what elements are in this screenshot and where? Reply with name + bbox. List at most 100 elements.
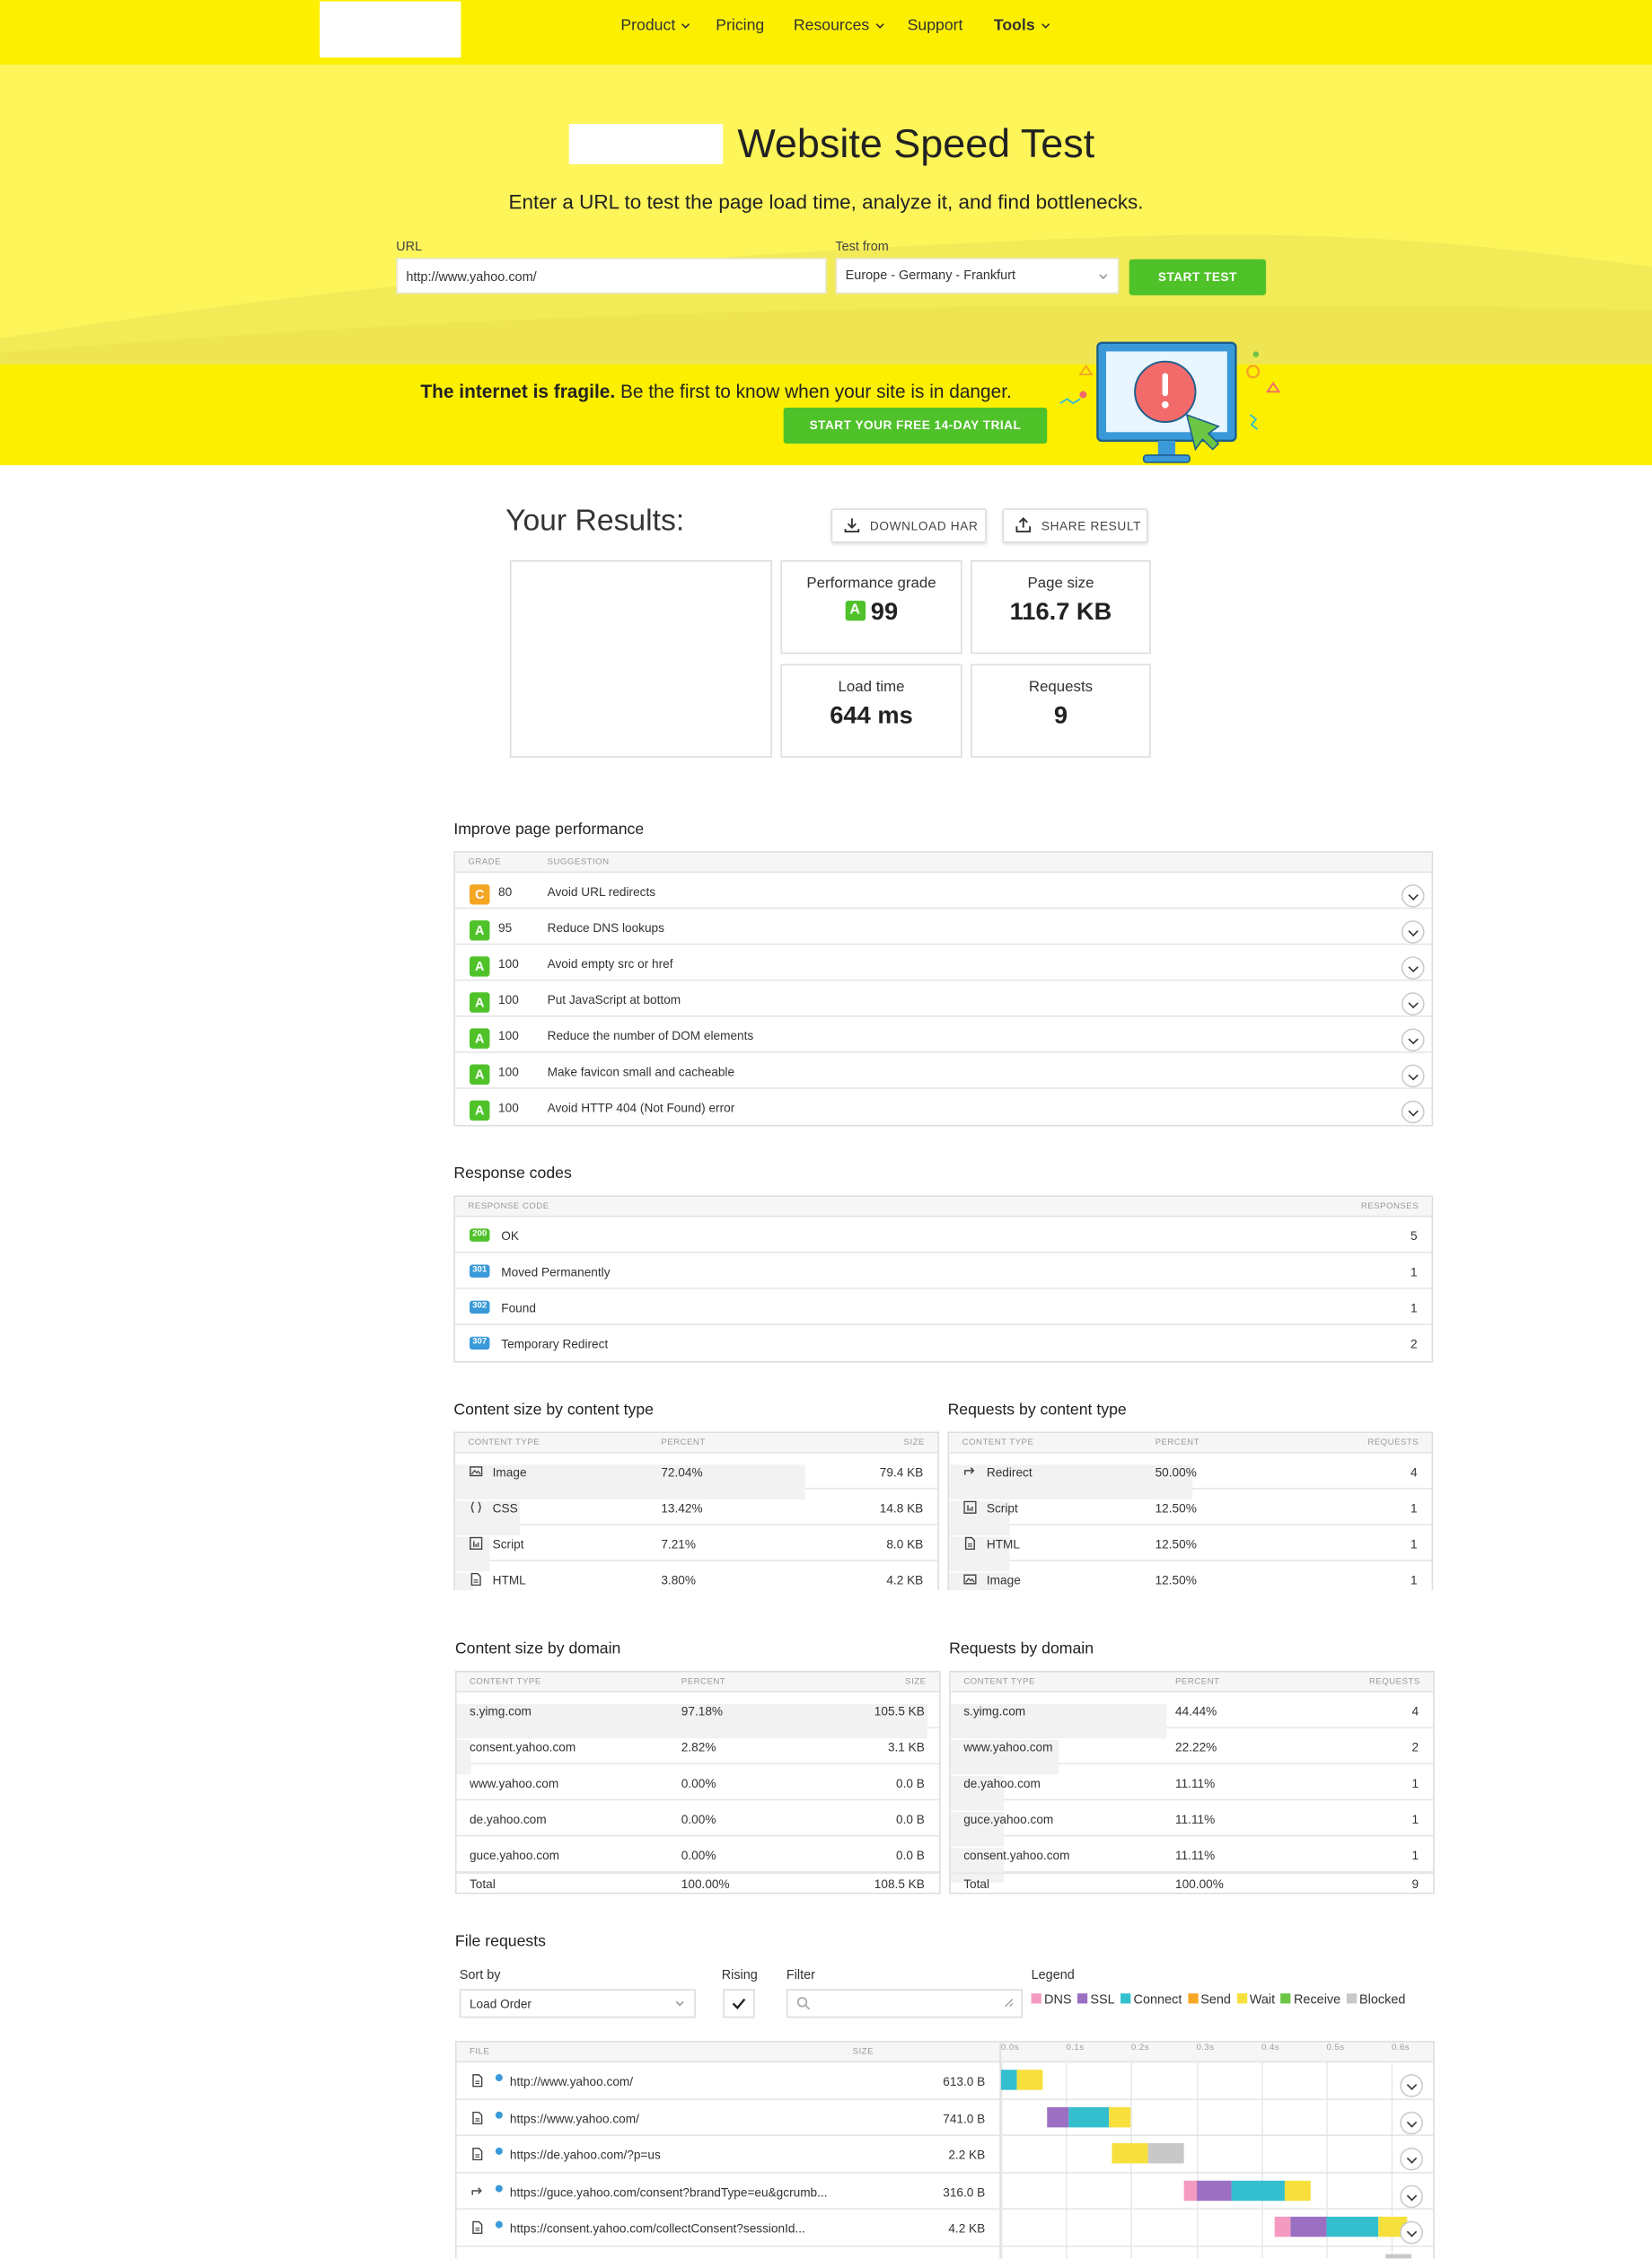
url-input[interactable] [396, 258, 827, 294]
performance-grade-value: 99 [870, 597, 899, 626]
filter-input[interactable] [786, 1989, 1023, 2018]
top-navigation-bar: Product Pricing Resources Support Tools [0, 0, 1652, 66]
performance-grade-value-row: A 99 [782, 598, 961, 627]
size-value: 79.4 KB [879, 1464, 924, 1480]
file-request-row[interactable] [457, 2246, 1434, 2259]
request-status-dot [495, 2184, 503, 2192]
time-tick-label: 0.0s [1000, 2044, 1020, 2052]
percent-value: 12.50% [1155, 1500, 1197, 1516]
expand-chevron-icon[interactable] [1400, 2074, 1423, 2097]
performance-grade-card: Performance grade A 99 [780, 560, 962, 655]
script-icon [470, 1536, 483, 1551]
response-code-row: 302 Found 1 [454, 1289, 1432, 1325]
waterfall-segment-blocked [1147, 2143, 1183, 2164]
waterfall-segment-dns [1182, 2179, 1197, 2201]
expand-chevron-icon[interactable] [1401, 920, 1425, 944]
filter-label: Filter [786, 1967, 815, 1982]
expand-chevron-icon[interactable] [1401, 992, 1425, 1015]
expand-chevron-icon[interactable] [1401, 883, 1425, 908]
grade-score: 100 [498, 1064, 519, 1079]
suggestion-row[interactable]: A 100 Make favicon small and cacheable [454, 1053, 1432, 1089]
percent-value: 13.42% [661, 1500, 703, 1516]
file-request-row[interactable]: http://www.yahoo.com/613.0 B [456, 2062, 1434, 2100]
file-request-row[interactable]: https://www.yahoo.com/741.0 B [456, 2099, 1434, 2137]
expand-chevron-icon[interactable] [1400, 2147, 1423, 2171]
suggestion-row[interactable]: A 95 Reduce DNS lookups [454, 909, 1432, 945]
grade-score: 100 [498, 992, 519, 1007]
nav-item-tools[interactable]: Tools [994, 17, 1050, 35]
rising-checkbox[interactable] [723, 1989, 755, 2018]
requests-type-table: CONTENT TYPE PERCENT REQUESTS Redirect 50… [947, 1431, 1434, 1591]
suggestion-row[interactable]: A 100 Reduce the number of DOM elements [454, 1017, 1432, 1053]
file-request-row[interactable]: https://guce.yahoo.com/consent?brandType… [456, 2173, 1434, 2210]
share-result-button[interactable]: SHARE RESULT [1002, 508, 1148, 543]
screenshot-preview [509, 560, 772, 758]
improve-section-title: Improve page performance [453, 821, 645, 839]
size-value: 14.8 KB [879, 1500, 924, 1516]
legend-item: DNS [1031, 1992, 1072, 2007]
waterfall-segment-dns [1274, 2216, 1291, 2237]
test-location-select[interactable]: Europe - Germany - Frankfurt [835, 258, 1120, 294]
document-icon [471, 2147, 484, 2161]
waterfall-segment-connect [1069, 2106, 1109, 2127]
nav-item-pricing[interactable]: Pricing [716, 17, 764, 34]
request-status-dot [495, 2220, 503, 2228]
percent-value: 0.00% [681, 1812, 716, 1827]
response-codes-table: RESPONSE CODE RESPONSES 200 OK 5 301 Moved P… [453, 1195, 1434, 1363]
expand-chevron-icon[interactable] [1401, 1028, 1425, 1052]
response-code-row: 200 OK 5 [454, 1217, 1432, 1253]
improve-table: GRADE SUGGESTION C 80 Avoid URL redirects A… [453, 851, 1434, 1127]
nav-item-label: Pricing [716, 17, 765, 35]
suggestion-row[interactable]: C 80 Avoid URL redirects [454, 873, 1432, 910]
column-header-grade: GRADE [468, 858, 502, 867]
percent-value: 11.11% [1175, 1848, 1216, 1863]
waterfall-segment-wait [1112, 2143, 1148, 2164]
nav-item-resources[interactable]: Resources [794, 17, 884, 35]
nav-item-label: Product [620, 17, 676, 35]
waterfall-segment-ssl [1046, 2106, 1070, 2127]
suggestion-text: Make favicon small and cacheable [547, 1064, 735, 1079]
expand-chevron-icon[interactable] [1400, 2220, 1423, 2245]
file-request-row[interactable]: https://de.yahoo.com/?p=us 2.2 KB [456, 2136, 1434, 2173]
free-trial-button[interactable]: START YOUR FREE 14-DAY TRIAL [783, 407, 1048, 444]
page-size-label: Page size [1027, 575, 1094, 593]
sort-by-select[interactable]: Load Order [459, 1989, 696, 2018]
column-header-requests: REQUESTS [1367, 1438, 1419, 1448]
table-row: HTML 12.50% 1 [949, 1525, 1432, 1572]
column-header-percent: PERCENT [681, 1677, 726, 1687]
expand-chevron-icon[interactable] [1401, 956, 1425, 980]
domain-name: guce.yahoo.com [469, 1848, 560, 1863]
test-location-value: Europe - Germany - Frankfurt [845, 268, 1016, 283]
percent-value: 7.21% [661, 1536, 697, 1551]
content-type-name: CSS [492, 1500, 518, 1516]
file-request-row[interactable]: https://consent.yahoo.com/collectConsent… [456, 2210, 1434, 2246]
suggestion-row[interactable]: A 100 Avoid HTTP 404 (Not Found) error [455, 1089, 1432, 1125]
nav-item-support[interactable]: Support [908, 17, 963, 34]
expand-chevron-icon[interactable] [1401, 1064, 1425, 1088]
start-test-button[interactable]: START TEST [1129, 259, 1267, 295]
table-row: s.yimg.com 44.44% 4 [950, 1692, 1434, 1739]
suggestion-row[interactable]: A 100 Put JavaScript at bottom [454, 980, 1432, 1017]
expand-chevron-icon[interactable] [1401, 1100, 1425, 1124]
legend-item-label: SSL [1090, 1991, 1115, 2007]
column-header-type: CONTENT TYPE [962, 1438, 1034, 1448]
column-header-percent: PERCENT [1155, 1438, 1199, 1448]
chevron-down-icon [1099, 270, 1108, 279]
expand-chevron-icon[interactable] [1400, 2184, 1423, 2208]
table-row: Image 12.50% 1 [949, 1561, 1431, 1591]
size-value: 0.0 B [896, 1775, 925, 1791]
nav-item-product[interactable]: Product [620, 17, 690, 35]
time-tick-label: 0.5s [1326, 2044, 1345, 2052]
expand-chevron-icon[interactable] [1400, 2110, 1423, 2134]
requests-type-title: Requests by content type [947, 1401, 1127, 1420]
total-percent: 100.00% [681, 1877, 730, 1892]
status-code-badge: 307 [469, 1336, 490, 1350]
image-icon [963, 1573, 977, 1586]
suggestion-row[interactable]: A 100 Avoid empty src or href [454, 945, 1432, 981]
test-from-label: Test from [835, 239, 889, 254]
download-har-button[interactable]: DOWNLOAD HAR [830, 508, 987, 543]
grade-score: 95 [498, 920, 513, 936]
table-header: GRADE SUGGESTION [454, 852, 1432, 874]
logo[interactable] [320, 1, 461, 58]
domain-name: de.yahoo.com [963, 1775, 1041, 1791]
